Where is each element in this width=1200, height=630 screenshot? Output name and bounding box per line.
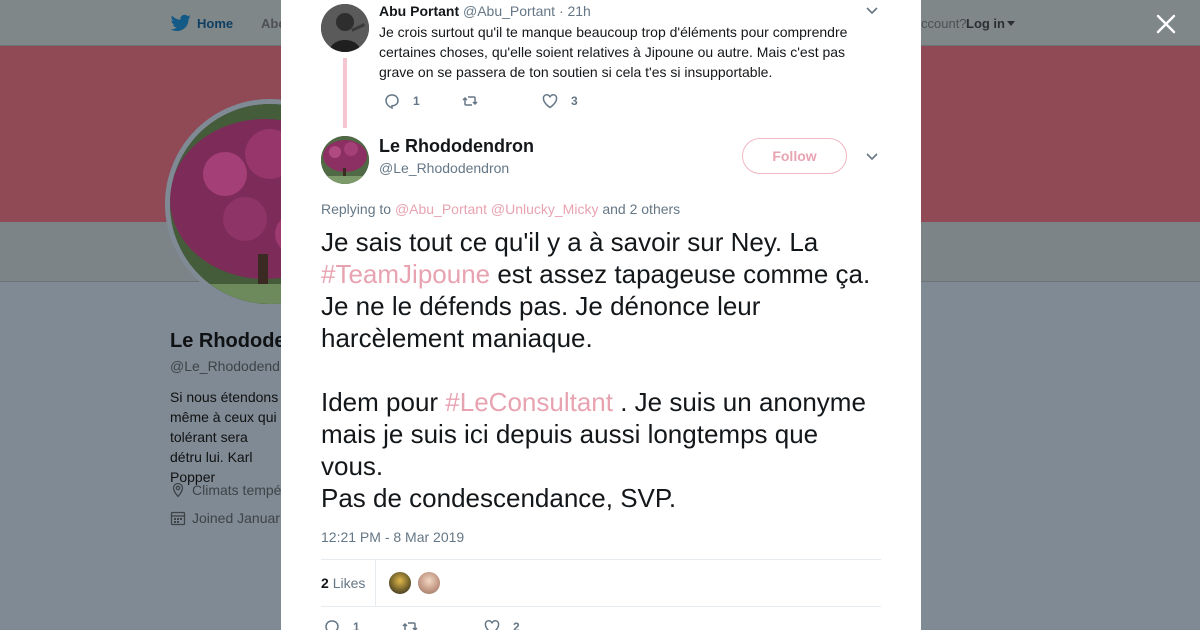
- tweet-time[interactable]: · 21h: [559, 3, 591, 19]
- profile-joined: Joined Januar: [170, 510, 280, 526]
- avatar-image: [321, 136, 369, 184]
- retweet-icon: [462, 96, 478, 106]
- close-icon[interactable]: [1152, 10, 1180, 38]
- location-pin-icon: [172, 482, 184, 498]
- tweet-author-handle[interactable]: @Le_Rhododendron: [379, 160, 509, 176]
- caret-down-icon[interactable]: [1007, 21, 1015, 26]
- login-link[interactable]: Log in: [966, 16, 1005, 31]
- avatar[interactable]: [321, 4, 369, 52]
- profile-location-text: Climats tempé: [192, 482, 282, 498]
- liker-avatar[interactable]: [388, 571, 412, 595]
- retweet-action[interactable]: [461, 92, 491, 110]
- tweet-author-name[interactable]: Le Rhododendron: [379, 136, 534, 157]
- tweet-text-part: Je sais tout ce qu'il y a à savoir sur N…: [321, 227, 819, 257]
- twitter-bird-icon[interactable]: [171, 14, 191, 32]
- avatar-image: [321, 4, 369, 52]
- reply-count: 1: [353, 620, 360, 630]
- tweet-permalink-modal: Abu Portant @Abu_Portant · 21h Je crois …: [281, 0, 921, 630]
- profile-handle: @Le_Rhododendr: [170, 358, 285, 374]
- likes-stat[interactable]: 2 Likes: [321, 575, 365, 591]
- likes-label: Likes: [332, 575, 366, 591]
- tweet-text: Je crois surtout qu'il te manque beaucou…: [379, 24, 848, 80]
- divider: [321, 606, 881, 607]
- like-count: 3: [571, 94, 578, 108]
- tweet-header: Abu Portant @Abu_Portant · 21h: [379, 3, 591, 19]
- retweet-icon: [402, 622, 418, 630]
- profile-joined-text: Joined Januar: [192, 510, 280, 526]
- likes-count: 2: [321, 575, 329, 591]
- tweet-author-name[interactable]: Abu Portant: [379, 3, 459, 19]
- heart-icon: [542, 93, 558, 109]
- tweet-timestamp[interactable]: 12:21 PM - 8 Mar 2019: [321, 529, 464, 545]
- reply-count: 1: [413, 94, 420, 108]
- liker-avatar[interactable]: [417, 571, 441, 595]
- replying-prefix: Replying to: [321, 201, 392, 217]
- heart-icon: [484, 619, 500, 630]
- divider: [375, 560, 376, 606]
- tweet-text: Je sais tout ce qu'il y a à savoir sur N…: [321, 226, 881, 514]
- reply-action[interactable]: 1: [383, 92, 420, 110]
- tweet-text-part: Idem pour: [321, 387, 446, 417]
- hashtag-link[interactable]: #LeConsultant: [445, 387, 613, 417]
- avatar[interactable]: [321, 136, 369, 184]
- profile-name: Le Rhodode: [170, 330, 286, 352]
- reply-action[interactable]: 1: [323, 618, 360, 630]
- chevron-down-icon[interactable]: [865, 152, 879, 162]
- like-action[interactable]: 2: [483, 618, 520, 630]
- like-count: 2: [513, 620, 520, 630]
- calendar-icon: [170, 511, 186, 526]
- profile-location: Climats tempé: [170, 482, 281, 498]
- reply-icon: [385, 94, 399, 110]
- tweet-actions: 1 2: [321, 618, 621, 630]
- replying-suffix[interactable]: and 2 others: [602, 201, 680, 217]
- thread-line: [343, 58, 347, 128]
- mention-link[interactable]: @Unlucky_Micky: [491, 201, 599, 217]
- tweet-author-handle[interactable]: @Abu_Portant: [463, 3, 555, 19]
- follow-button[interactable]: Follow: [742, 138, 847, 174]
- chevron-down-icon[interactable]: [865, 6, 879, 16]
- tweet-text-part: Pas de condescendance, SVP.: [321, 483, 677, 513]
- reply-icon: [325, 620, 339, 630]
- mention-link[interactable]: @Abu_Portant: [395, 201, 487, 217]
- divider: [321, 559, 881, 560]
- retweet-action[interactable]: [401, 618, 431, 630]
- nav-home-link[interactable]: Home: [197, 16, 233, 31]
- hashtag-link[interactable]: #TeamJipoune: [321, 259, 490, 289]
- like-action[interactable]: 3: [541, 92, 578, 110]
- profile-bio: Si nous étendons même à ceux qui toléran…: [170, 389, 279, 485]
- have-account-text: ccount?: [921, 16, 967, 31]
- tweet-actions: 1 3: [379, 92, 679, 112]
- replying-to: Replying to @Abu_Portant @Unlucky_Micky …: [321, 201, 680, 217]
